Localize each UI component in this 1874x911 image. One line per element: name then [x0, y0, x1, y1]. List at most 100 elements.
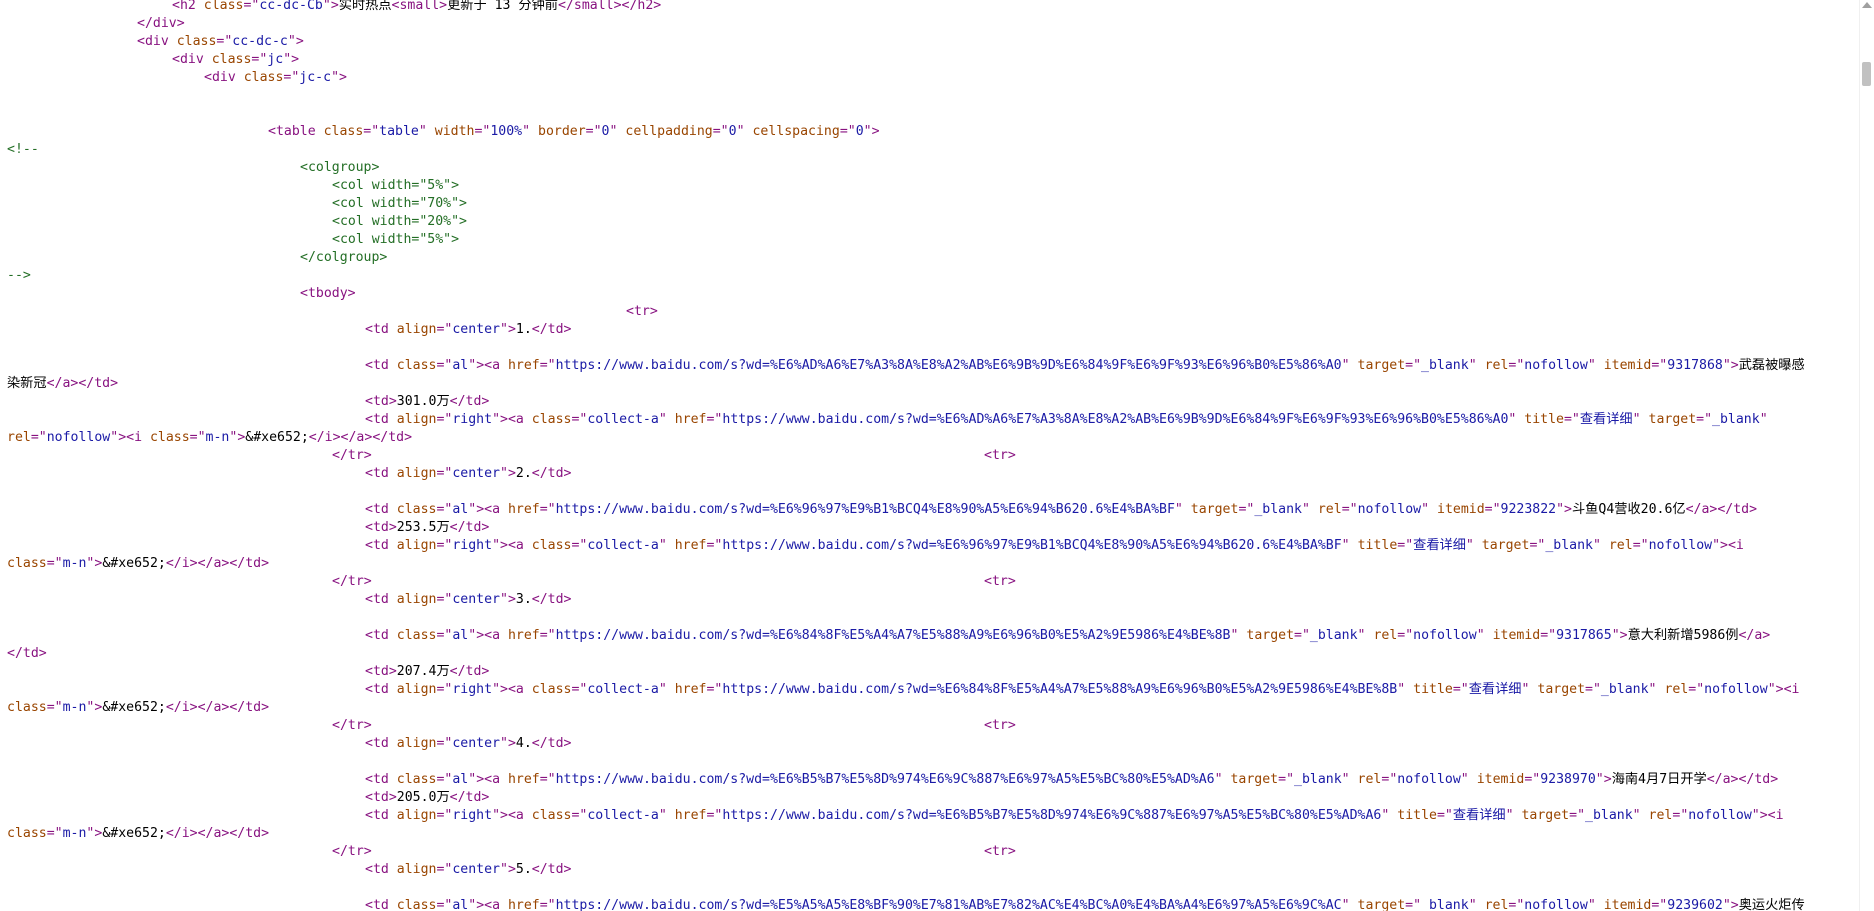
- source-token: <tr>: [626, 304, 658, 319]
- source-line: <td align="center">3.</td>: [365, 591, 571, 609]
- source-line: <tr>: [984, 717, 1016, 735]
- source-token: cc-dc-c: [232, 34, 288, 49]
- source-token: ">: [287, 34, 304, 49]
- source-token: =": [571, 682, 588, 697]
- source-token: =": [1540, 628, 1557, 643]
- source-line: <td>207.4万</td>: [365, 663, 489, 681]
- source-token: =": [30, 430, 47, 445]
- source-token: </tr>: [332, 574, 372, 589]
- scroll-up-arrow-icon[interactable]: [1862, 2, 1872, 8]
- source-token: ": [1632, 808, 1649, 823]
- source-token: https://www.baidu.com/s?wd=%E6%84%8F%E5%…: [555, 628, 1231, 643]
- source-token: =": [1436, 808, 1453, 823]
- source-token: m-n: [62, 556, 87, 571]
- source-token: m-n: [62, 826, 87, 841]
- source-token: ">: [500, 862, 516, 877]
- source-token: 9317868: [1667, 358, 1723, 373]
- scrollbar-thumb[interactable]: [1862, 62, 1871, 86]
- source-line: <td align="center">5.</td>: [365, 861, 571, 879]
- source-token: =": [283, 70, 300, 85]
- source-token: _blank: [1585, 808, 1633, 823]
- source-token: itemid: [1603, 358, 1652, 373]
- source-token: al: [452, 628, 469, 643]
- source-token: <td>: [365, 664, 397, 679]
- source-token: _blank: [1254, 502, 1302, 517]
- source-line: <td align="right"><a class="collect-a" h…: [365, 411, 1768, 429]
- source-token: =": [1294, 628, 1310, 643]
- source-token: border: [538, 124, 586, 139]
- source-token: href: [674, 682, 707, 697]
- source-line: <td class="al"><a href="https://www.baid…: [365, 897, 1805, 911]
- source-token: nofollow: [1357, 502, 1422, 517]
- source-line: <td align="right"><a class="collect-a" h…: [365, 537, 1744, 555]
- source-token: 更新于 13 分钟前: [447, 0, 558, 13]
- source-token: class: [176, 34, 217, 49]
- source-token: ">: [229, 430, 246, 445]
- source-token: https://www.baidu.com/s?wd=%E6%AD%A6%E7%…: [722, 412, 1509, 427]
- source-token: =": [1632, 538, 1649, 553]
- source-token: nofollow: [1524, 898, 1588, 911]
- source-token: itemid: [1603, 898, 1652, 911]
- source-token: =": [243, 0, 260, 13]
- source-token: </td>: [531, 736, 572, 751]
- source-token: =": [539, 502, 556, 517]
- source-token: </colgroup>: [300, 250, 388, 265]
- source-token: ">: [1595, 772, 1612, 787]
- source-token: "><a: [492, 538, 532, 553]
- source-token: nofollow: [1704, 682, 1768, 697]
- source-token: 3.: [515, 592, 532, 607]
- source-token: 查看详细: [1468, 682, 1522, 697]
- source-token: ": [1341, 772, 1358, 787]
- source-token: =": [1405, 898, 1422, 911]
- source-token: itemid: [1476, 772, 1525, 787]
- source-token: "><a: [468, 898, 508, 911]
- source-token: =": [706, 682, 723, 697]
- source-token: ">: [1611, 628, 1628, 643]
- source-token: width: [434, 124, 475, 139]
- source-token: =": [706, 412, 723, 427]
- source-token: ": [1460, 772, 1477, 787]
- source-token: <td: [365, 736, 397, 751]
- source-token: ": [1468, 898, 1485, 911]
- source-token: class: [203, 0, 244, 13]
- source-token: =": [436, 808, 453, 823]
- source-token: =": [1508, 898, 1525, 911]
- source-token: rel: [1317, 502, 1342, 517]
- source-token: collect-a: [587, 682, 659, 697]
- source-token: =": [436, 772, 453, 787]
- source-token: <div: [204, 70, 244, 85]
- source-token: class: [531, 682, 572, 697]
- source-token: 1.: [515, 322, 532, 337]
- source-token: =": [1569, 808, 1586, 823]
- source-token: 9238970: [1540, 772, 1596, 787]
- source-token: align: [396, 682, 437, 697]
- source-token: al: [452, 898, 469, 911]
- source-line: <td class="al"><a href="https://www.baid…: [365, 501, 1757, 519]
- source-token: align: [396, 538, 437, 553]
- source-token: </i></a></td>: [165, 700, 270, 715]
- source-token: =": [571, 538, 588, 553]
- source-token: table: [379, 124, 419, 139]
- source-token: center: [452, 862, 500, 877]
- source-token: ">: [500, 322, 516, 337]
- source-token: nofollow: [1413, 628, 1477, 643]
- source-token: =": [1278, 772, 1295, 787]
- source-line: class="m-n">&#xe652;</i></a></td>: [7, 699, 269, 717]
- source-token: </tr>: [332, 448, 372, 463]
- source-token: _blank: [1309, 628, 1358, 643]
- source-token: cc-dc-Cb: [259, 0, 323, 13]
- vertical-scrollbar[interactable]: [1859, 0, 1874, 911]
- source-token: align: [396, 466, 437, 481]
- source-token: =": [46, 826, 63, 841]
- source-token: =": [539, 628, 556, 643]
- source-token: =": [436, 862, 453, 877]
- source-token: center: [452, 322, 500, 337]
- source-token: class: [323, 124, 364, 139]
- source-token: =": [46, 556, 63, 571]
- source-line: class="m-n">&#xe652;</i></a></td>: [7, 825, 269, 843]
- source-token: =": [436, 502, 453, 517]
- source-token: <col width="5%">: [332, 232, 460, 247]
- source-token: &#xe652;: [245, 430, 309, 445]
- source-token: </a></td>: [1685, 502, 1758, 517]
- source-line: <div class="jc">: [172, 51, 299, 69]
